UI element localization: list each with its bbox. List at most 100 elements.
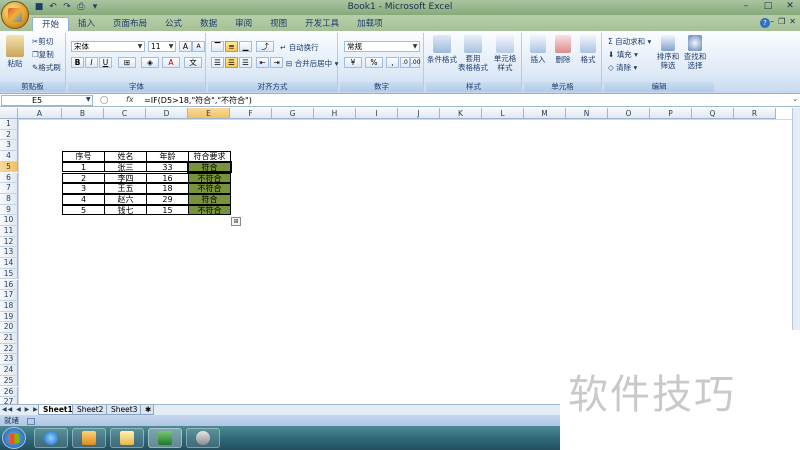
sheet-tab-3[interactable]: Sheet3 — [106, 405, 143, 415]
delete-cells-button[interactable]: 删除 — [551, 35, 575, 65]
find-select-button[interactable]: 查找和 选择 — [682, 35, 708, 70]
taskbar-media[interactable] — [72, 428, 106, 448]
taskbar-app[interactable] — [186, 428, 220, 448]
tab-6[interactable]: 视图 — [261, 17, 296, 31]
column-header[interactable]: L — [482, 108, 524, 119]
sort-filter-button[interactable]: 排序和 筛选 — [656, 35, 680, 70]
italic-button[interactable]: I — [85, 57, 98, 68]
column-header[interactable]: O — [608, 108, 650, 119]
increase-indent-button[interactable]: ⇥ — [270, 57, 283, 68]
align-bottom-button[interactable]: ▁ — [239, 41, 252, 52]
row-header[interactable]: 4 — [0, 151, 18, 162]
column-header[interactable]: B — [62, 108, 104, 119]
font-size-combo[interactable]: 11 ▼ — [148, 41, 176, 52]
table-cell[interactable]: 赵六 — [104, 193, 147, 205]
minimize-icon[interactable]: – — [740, 1, 752, 11]
row-header[interactable]: 5 — [0, 161, 18, 173]
column-header[interactable]: F — [230, 108, 272, 119]
office-button[interactable] — [1, 1, 29, 29]
format-painter-button[interactable]: ✎格式刷 — [32, 62, 61, 73]
select-all-corner[interactable] — [0, 108, 18, 119]
column-header[interactable]: D — [146, 108, 188, 119]
row-header[interactable]: 12 — [0, 236, 18, 248]
table-cell[interactable]: 张三 — [104, 161, 147, 173]
column-header[interactable]: C — [104, 108, 146, 119]
table-cell[interactable]: 5 — [62, 204, 105, 216]
wrap-text-button[interactable]: ↵ 自动换行 — [280, 42, 319, 53]
table-cell[interactable]: 不符合 — [188, 183, 231, 194]
expand-formula-bar-icon[interactable]: ⌄ — [792, 95, 798, 103]
table-cell[interactable]: 王五 — [104, 183, 147, 194]
table-cell[interactable]: 4 — [62, 193, 105, 205]
column-header[interactable]: J — [398, 108, 440, 119]
column-header[interactable]: I — [356, 108, 398, 119]
tab-5[interactable]: 审阅 — [226, 17, 261, 31]
row-header[interactable]: 22 — [0, 343, 18, 355]
table-cell[interactable]: 29 — [146, 193, 189, 205]
orientation-button[interactable]: ⤴ — [256, 41, 274, 52]
tab-0[interactable]: 开始 — [32, 17, 70, 31]
row-header[interactable]: 14 — [0, 258, 18, 269]
start-button[interactable] — [2, 427, 26, 449]
tab-4[interactable]: 数据 — [191, 17, 226, 31]
font-color-button[interactable]: A — [162, 57, 180, 68]
row-header[interactable]: 27 — [0, 397, 18, 404]
currency-button[interactable]: ¥ — [344, 57, 362, 68]
paste-button[interactable]: 粘贴 — [3, 35, 27, 69]
grow-font-button[interactable]: A — [179, 41, 192, 52]
align-left-button[interactable]: ☰ — [211, 57, 224, 68]
taskbar-explorer[interactable] — [110, 428, 144, 448]
decrease-indent-button[interactable]: ⇤ — [256, 57, 269, 68]
table-cell[interactable]: 16 — [146, 172, 189, 184]
format-as-table-button[interactable]: 套用 表格格式 — [457, 35, 489, 72]
row-header[interactable]: 18 — [0, 300, 18, 312]
taskbar-ie[interactable] — [34, 428, 68, 448]
number-format-combo[interactable]: 常规 ▼ — [344, 41, 420, 52]
table-cell[interactable]: 不符合 — [188, 204, 231, 216]
conditional-format-button[interactable]: 条件格式 — [427, 35, 457, 65]
comma-button[interactable]: , — [386, 57, 399, 68]
column-header[interactable]: K — [440, 108, 482, 119]
row-header[interactable]: 26 — [0, 386, 18, 398]
close-icon[interactable]: ✕ — [784, 1, 796, 11]
name-box-dropdown-icon[interactable]: ▼ — [86, 96, 91, 103]
align-center-button[interactable]: ☰ — [225, 57, 238, 68]
row-header[interactable]: 21 — [0, 333, 18, 344]
phonetic-button[interactable]: 文 — [184, 57, 202, 68]
shrink-font-button[interactable]: A — [192, 41, 205, 52]
cut-button[interactable]: ✂剪切 — [32, 36, 53, 47]
table-cell[interactable]: 15 — [146, 204, 189, 216]
table-cell[interactable]: 2 — [62, 172, 105, 184]
column-header[interactable]: M — [524, 108, 566, 119]
column-header[interactable]: E — [188, 108, 230, 119]
row-header[interactable]: 16 — [0, 279, 18, 291]
clear-button[interactable]: ◇ 清除 ▾ — [608, 62, 637, 73]
macro-record-icon[interactable] — [27, 417, 36, 425]
decrease-decimal-button[interactable]: .00 — [410, 57, 421, 68]
align-right-button[interactable]: ☰ — [239, 57, 252, 68]
maximize-icon[interactable]: □ — [762, 1, 774, 11]
table-cell[interactable]: 序号 — [62, 151, 105, 162]
underline-button[interactable]: U — [99, 57, 112, 68]
column-header[interactable]: N — [566, 108, 608, 119]
row-header[interactable]: 1 — [0, 119, 18, 130]
table-cell[interactable]: 符合 — [188, 193, 231, 205]
tab-8[interactable]: 加载项 — [348, 17, 392, 31]
column-header[interactable]: A — [18, 108, 62, 119]
merge-center-button[interactable]: ⊟ 合并后居中 ▾ — [286, 58, 338, 69]
table-cell[interactable]: 18 — [146, 183, 189, 194]
row-header[interactable]: 3 — [0, 140, 18, 152]
autosum-button[interactable]: Σ 自动求和 ▾ — [608, 36, 651, 47]
bold-button[interactable]: B — [71, 57, 84, 68]
insert-function-icon[interactable]: fx — [126, 95, 134, 104]
increase-decimal-button[interactable]: .0 — [400, 57, 410, 68]
copy-button[interactable]: ❐复制 — [32, 49, 54, 60]
table-cell[interactable]: 3 — [62, 183, 105, 194]
row-header[interactable]: 19 — [0, 311, 18, 323]
column-header[interactable]: Q — [692, 108, 734, 119]
border-button[interactable]: ⊞ — [118, 57, 136, 68]
row-header[interactable]: 10 — [0, 215, 18, 226]
row-header[interactable]: 2 — [0, 129, 18, 141]
align-middle-button[interactable]: ≡ — [225, 41, 238, 52]
wb-restore-icon[interactable]: ❐ — [778, 17, 785, 26]
